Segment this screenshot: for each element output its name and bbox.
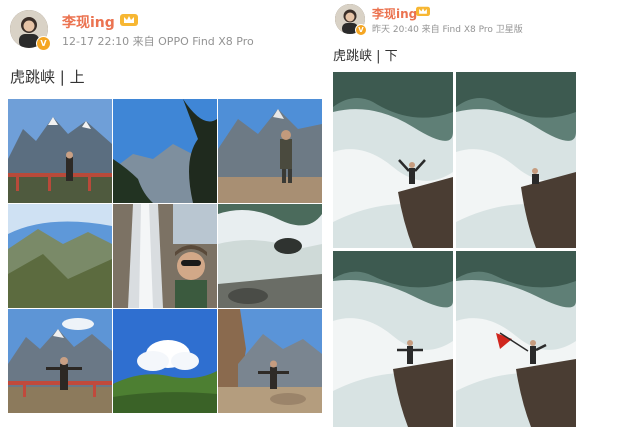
weibo-post-part-2: V 李现ing 昨天 20:40 来自 Find X8 Pro 卫星版 虎跳峡 … bbox=[330, 0, 640, 427]
post-title: 虎跳峡 | 上 bbox=[10, 68, 85, 86]
photo-thumbnail[interactable] bbox=[8, 204, 112, 308]
author-name[interactable]: 李现ing bbox=[62, 12, 115, 32]
photo-thumbnail[interactable] bbox=[218, 99, 322, 203]
photo-thumbnail[interactable] bbox=[333, 251, 453, 427]
photo-thumbnail[interactable] bbox=[218, 309, 322, 413]
photo-thumbnail[interactable] bbox=[456, 72, 576, 248]
crown-icon bbox=[416, 6, 430, 17]
photo-thumbnail[interactable] bbox=[218, 204, 322, 308]
crown-icon bbox=[120, 14, 138, 26]
post-meta: 12-17 22:10 来自 OPPO Find X8 Pro bbox=[62, 35, 254, 48]
photo-grid bbox=[333, 72, 576, 427]
verified-badge-icon: V bbox=[355, 24, 367, 36]
post-title: 虎跳峡 | 下 bbox=[333, 49, 398, 64]
photo-thumbnail[interactable] bbox=[8, 99, 112, 203]
photo-thumbnail[interactable] bbox=[113, 204, 217, 308]
photo-thumbnail[interactable] bbox=[333, 72, 453, 248]
weibo-post-part-1: V 李现ing 12-17 22:10 来自 OPPO Find X8 Pro … bbox=[0, 0, 330, 427]
photo-thumbnail[interactable] bbox=[8, 309, 112, 413]
verified-badge-icon: V bbox=[36, 36, 51, 51]
photo-thumbnail[interactable] bbox=[456, 251, 576, 427]
post-meta: 昨天 20:40 来自 Find X8 Pro 卫星版 bbox=[372, 25, 523, 35]
photo-thumbnail[interactable] bbox=[113, 99, 217, 203]
photo-thumbnail[interactable] bbox=[113, 309, 217, 413]
photo-grid bbox=[8, 99, 322, 413]
author-name[interactable]: 李现ing bbox=[372, 5, 417, 22]
